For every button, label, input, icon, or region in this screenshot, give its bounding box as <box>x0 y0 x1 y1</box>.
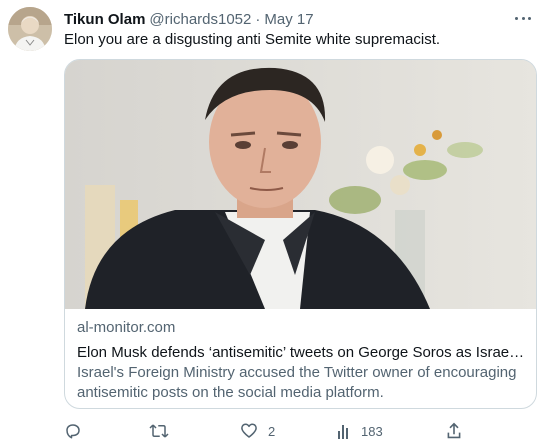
reply-button[interactable] <box>64 421 92 441</box>
views-icon <box>337 423 351 439</box>
tweet-header: Tikun Olam @richards1052 · May 17 <box>64 9 314 29</box>
user-handle[interactable]: @richards1052 <box>149 11 251 28</box>
card-domain: al-monitor.com <box>77 319 176 336</box>
display-name[interactable]: Tikun Olam <box>64 11 145 28</box>
reply-icon <box>64 422 82 440</box>
card-description: Israel's Foreign Ministry accused the Tw… <box>77 364 517 401</box>
more-icon[interactable] <box>513 10 533 26</box>
like-button[interactable]: 2 <box>240 421 275 441</box>
card-image[interactable] <box>65 60 536 309</box>
like-count: 2 <box>268 423 276 439</box>
tweet[interactable]: Tikun Olam @richards1052 · May 17 Elon y… <box>0 0 547 441</box>
separator-dot: · <box>255 10 261 28</box>
card-body: al-monitor.com Elon Musk defends ‘antise… <box>77 318 527 403</box>
avatar[interactable] <box>8 7 52 51</box>
link-card[interactable]: al-monitor.com Elon Musk defends ‘antise… <box>64 59 537 409</box>
share-icon <box>446 422 462 440</box>
heart-icon <box>240 422 258 440</box>
views-count: 183 <box>361 423 383 439</box>
tweet-text: Elon you are a disgusting anti Semite wh… <box>64 31 441 48</box>
tweet-actions: 2 183 <box>64 421 464 441</box>
views-button[interactable]: 183 <box>337 421 383 441</box>
tweet-date[interactable]: May 17 <box>264 11 313 28</box>
retweet-icon <box>149 422 169 440</box>
card-title: Elon Musk defends ‘antisemitic’ tweets o… <box>77 344 527 361</box>
retweet-button[interactable] <box>149 421 179 441</box>
share-button[interactable] <box>446 421 462 441</box>
